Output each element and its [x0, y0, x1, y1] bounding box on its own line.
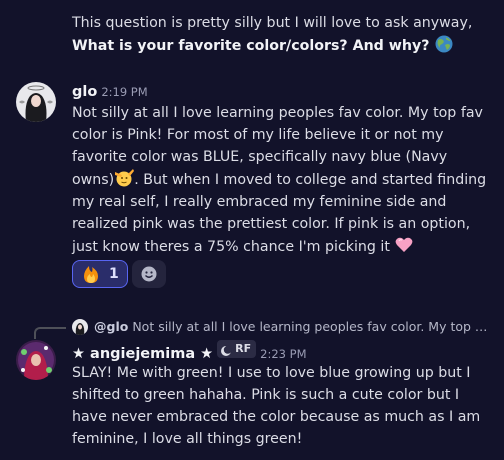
username[interactable]: ★ angiejemima ★ — [72, 346, 213, 362]
reply-username[interactable]: @glo — [94, 318, 128, 336]
server-tag-label: RF — [235, 342, 252, 355]
message-text: This question is pretty silly but I will… — [72, 15, 473, 31]
server-tag[interactable]: RF — [217, 340, 257, 358]
reaction-count: 1 — [109, 266, 119, 282]
message-header: ★ angiejemima ★ RF 2:23 PM — [72, 340, 307, 362]
reply-preview: Not silly at all I love learning peoples… — [132, 319, 489, 334]
timestamp: 2:23 PM — [260, 347, 307, 361]
reply-avatar — [72, 319, 88, 335]
message-text: SLAY! Me with green! I use to love blue … — [72, 365, 481, 447]
avatar[interactable] — [16, 340, 56, 380]
moon-icon — [220, 343, 232, 356]
timestamp: 2:19 PM — [101, 85, 148, 99]
fire-emoji — [81, 264, 101, 284]
message-header: glo 2:19 PM — [72, 80, 148, 102]
reactions-bar: 1 — [72, 260, 166, 290]
chat-messages: This question is pretty silly but I will… — [0, 0, 504, 460]
username[interactable]: glo — [72, 84, 97, 100]
reaction-fire[interactable]: 1 — [72, 260, 128, 288]
reply-reference[interactable]: @glo Not silly at all I love learning pe… — [72, 318, 488, 336]
earth-emoji — [434, 34, 454, 54]
pink-heart-emoji — [394, 235, 414, 255]
message-continued: This question is pretty silly but I will… — [72, 12, 492, 57]
message-text-bold: What is your favorite color/colors? And … — [72, 38, 430, 54]
add-reaction-button[interactable] — [131, 260, 166, 288]
reply-spine — [34, 327, 66, 339]
add-reaction-icon — [140, 265, 158, 283]
avatar[interactable] — [16, 82, 56, 122]
message-text: Not silly at all I love learning peoples… — [72, 102, 492, 258]
saluting-face-emoji — [114, 168, 135, 188]
